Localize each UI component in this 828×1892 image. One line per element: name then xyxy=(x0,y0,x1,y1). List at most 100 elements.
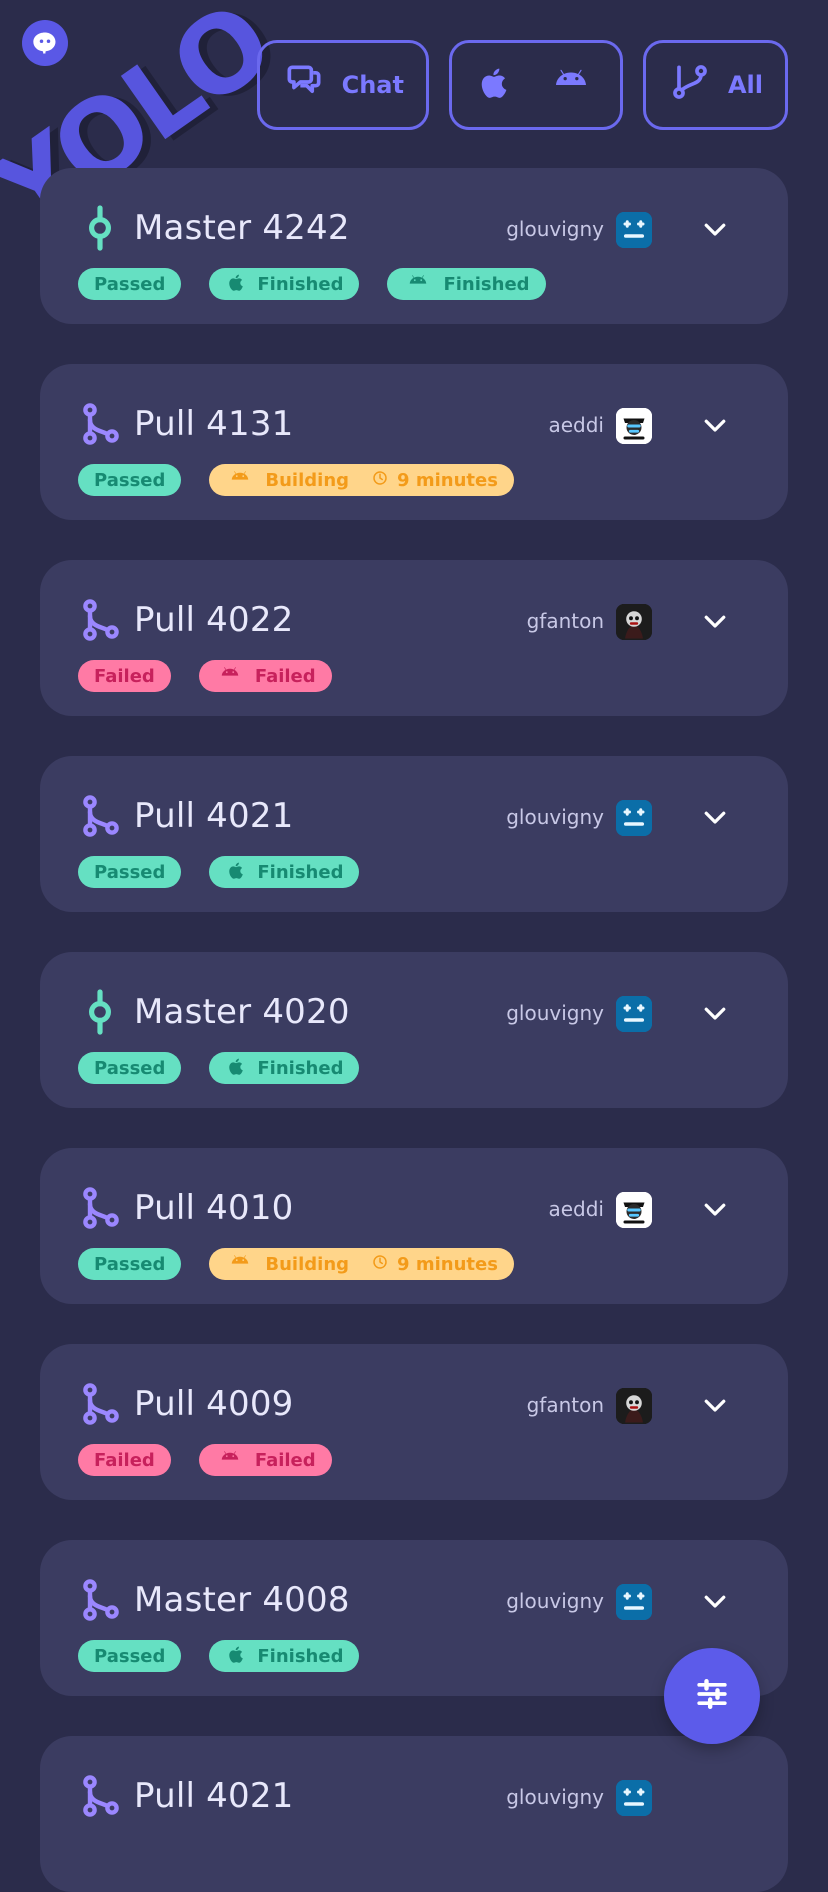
avatar xyxy=(616,996,652,1032)
build-card[interactable]: Master 4020 glouvigny Passed Finished xyxy=(40,952,788,1108)
build-badges: Passed Finished xyxy=(78,856,360,888)
pull-request-icon xyxy=(76,1184,124,1232)
badge-label: Finished xyxy=(257,1057,344,1079)
badge-label: Building xyxy=(265,1253,350,1275)
build-title: Pull 4021 xyxy=(134,796,294,836)
expand-chevron-icon[interactable] xyxy=(698,996,732,1030)
chat-filter-button[interactable]: Chat xyxy=(256,40,429,130)
badge-label: Passed xyxy=(94,1253,166,1275)
pull-request-icon xyxy=(76,596,124,644)
badge-label: Passed xyxy=(94,1645,166,1667)
logo-badge-icon xyxy=(22,20,68,66)
build-card[interactable]: Pull 4022 gfanton Failed Failed xyxy=(40,560,788,716)
build-title: Pull 4022 xyxy=(134,600,294,640)
build-author: glouvigny xyxy=(506,1001,604,1025)
badge-label: Building xyxy=(265,469,350,491)
avatar xyxy=(616,1584,652,1620)
avatar xyxy=(616,212,652,248)
expand-chevron-icon[interactable] xyxy=(698,212,732,246)
branch-icon xyxy=(668,60,712,110)
android-icon xyxy=(225,467,255,494)
filter-bar: Chat All xyxy=(256,40,788,130)
android-building-badge: Building 9 minutes xyxy=(209,1248,514,1280)
apple-icon xyxy=(225,859,247,886)
build-title: Pull 4021 xyxy=(134,1776,294,1816)
builds-list: Master 4242 glouvigny Passed Finished Fi… xyxy=(40,168,788,1892)
pull-request-icon xyxy=(76,400,124,448)
build-badges: Passed Finished Finished xyxy=(78,268,546,300)
android-failed-badge: Failed xyxy=(198,1444,332,1476)
ios-finished-badge: Finished xyxy=(209,1052,360,1084)
expand-chevron-icon[interactable] xyxy=(698,1192,732,1226)
build-card[interactable]: Pull 4009 gfanton Failed Failed xyxy=(40,1344,788,1500)
avatar xyxy=(616,1388,652,1424)
ios-finished-badge: Finished xyxy=(209,856,360,888)
build-author: glouvigny xyxy=(506,1785,604,1809)
expand-chevron-icon[interactable] xyxy=(698,1584,732,1618)
build-card[interactable]: Pull 4010 aeddi Passed Building 9 minute… xyxy=(40,1148,788,1304)
apple-icon xyxy=(225,271,247,298)
clock-icon xyxy=(371,1253,389,1276)
ios-finished-badge: Finished xyxy=(209,1640,360,1672)
build-badges: Passed Finished xyxy=(78,1052,360,1084)
build-title: Pull 4131 xyxy=(134,404,294,444)
build-card[interactable]: Pull 4131 aeddi Passed Building 9 minute… xyxy=(40,364,788,520)
build-author: glouvigny xyxy=(506,805,604,829)
expand-chevron-icon[interactable] xyxy=(698,604,732,638)
status-badge: Passed xyxy=(78,464,182,496)
android-icon xyxy=(215,663,245,690)
android-icon xyxy=(544,62,598,108)
status-badge: Passed xyxy=(78,268,182,300)
build-duration: 9 minutes xyxy=(371,1253,498,1276)
expand-chevron-icon[interactable] xyxy=(698,1388,732,1422)
status-badge: Failed xyxy=(78,660,171,692)
badge-label: Finished xyxy=(257,273,344,295)
status-badge: Passed xyxy=(78,856,182,888)
master-branch-icon xyxy=(76,988,124,1036)
build-badges: Failed Failed xyxy=(78,660,332,692)
badge-label: Finished xyxy=(257,1645,344,1667)
build-title: Master 4020 xyxy=(134,992,350,1032)
filters-fab-button[interactable] xyxy=(664,1648,760,1744)
build-card[interactable]: Pull 4021 glouvigny Passed Finished xyxy=(40,756,788,912)
clock-icon xyxy=(371,469,389,492)
build-title: Master 4008 xyxy=(134,1580,350,1620)
status-badge: Failed xyxy=(78,1444,171,1476)
build-duration: 9 minutes xyxy=(371,469,498,492)
expand-chevron-icon[interactable] xyxy=(698,800,732,834)
duration-text: 9 minutes xyxy=(397,469,498,491)
avatar xyxy=(616,1192,652,1228)
status-badge: Passed xyxy=(78,1640,182,1672)
all-filter-label: All xyxy=(727,71,763,99)
badge-label: Finished xyxy=(257,861,344,883)
build-card[interactable]: Pull 4021 glouvigny xyxy=(40,1736,788,1892)
build-badges: Passed Building 9 minutes xyxy=(78,464,514,496)
build-author: glouvigny xyxy=(506,217,604,241)
android-icon xyxy=(225,1251,255,1278)
build-author: aeddi xyxy=(548,1197,604,1221)
chat-icon xyxy=(282,60,326,110)
expand-chevron-icon[interactable] xyxy=(698,408,732,442)
pull-request-icon xyxy=(76,792,124,840)
build-title: Pull 4010 xyxy=(134,1188,294,1228)
badge-label: Passed xyxy=(94,861,166,883)
master-branch-icon xyxy=(76,204,124,252)
badge-label: Failed xyxy=(254,665,316,687)
build-author: glouvigny xyxy=(506,1589,604,1613)
avatar xyxy=(616,604,652,640)
apple-icon xyxy=(474,62,514,108)
badge-label: Passed xyxy=(94,273,166,295)
build-author: gfanton xyxy=(526,609,604,633)
status-badge: Passed xyxy=(78,1248,182,1280)
badge-label: Failed xyxy=(254,1449,316,1471)
all-branches-filter-button[interactable]: All xyxy=(642,40,788,130)
build-title: Pull 4009 xyxy=(134,1384,294,1424)
badge-label: Passed xyxy=(94,1057,166,1079)
android-icon xyxy=(215,1447,245,1474)
ios-finished-badge: Finished xyxy=(209,268,360,300)
android-icon xyxy=(403,271,433,298)
build-card[interactable]: Master 4242 glouvigny Passed Finished Fi… xyxy=(40,168,788,324)
badge-label: Finished xyxy=(443,273,530,295)
build-author: gfanton xyxy=(526,1393,604,1417)
platform-filter-button[interactable] xyxy=(448,40,623,130)
